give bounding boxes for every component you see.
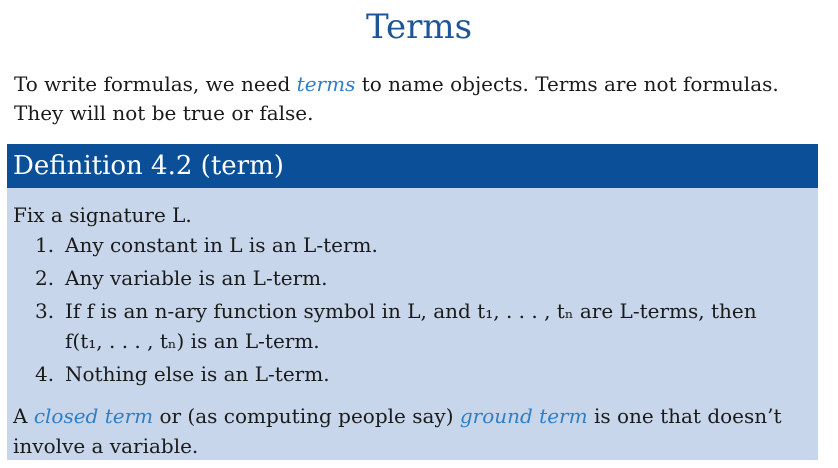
- list-number: 2.: [35, 266, 55, 290]
- page-title: Terms: [365, 7, 473, 47]
- list-item: 3. If f is an n-ary function symbol in L…: [13, 296, 813, 356]
- footer-line-1: A closed term or (as computing people sa…: [13, 401, 813, 431]
- footer-text: is one that doesn’t: [587, 404, 782, 428]
- list-number: 1.: [35, 233, 55, 257]
- list-item: 1. Any constant in L is an L-term.: [13, 230, 813, 260]
- definition-header: Definition 4.2 (term): [7, 144, 818, 188]
- ground-term-emphasis: ground term: [459, 404, 588, 428]
- footer-text: or (as computing people say): [153, 404, 460, 428]
- list-item: 2. Any variable is an L-term.: [13, 263, 813, 293]
- list-item-text: If f is an n-ary function symbol in L, a…: [65, 299, 757, 323]
- definition-footer: A closed term or (as computing people sa…: [13, 401, 813, 461]
- definition-lead: Fix a signature L.: [13, 203, 192, 227]
- definition-box: Definition 4.2 (term) Fix a signature L.…: [7, 144, 818, 460]
- intro-paragraph: To write formulas, we need terms to name…: [14, 70, 826, 128]
- footer-text: A: [13, 404, 34, 428]
- term-emphasis: terms: [296, 72, 356, 96]
- intro-line-1: To write formulas, we need terms to name…: [14, 70, 826, 99]
- footer-line-2: involve a variable.: [13, 434, 199, 458]
- list-item-text: f(t₁, . . . , tₙ) is an L-term.: [65, 329, 320, 353]
- list-item-text: Any constant in L is an L-term.: [65, 233, 378, 257]
- intro-text: to name objects. Terms are not formulas.: [355, 72, 779, 96]
- list-number: 4.: [35, 362, 55, 386]
- list-item: 4. Nothing else is an L-term.: [13, 359, 813, 389]
- intro-line-2: They will not be true or false.: [14, 101, 314, 125]
- definition-list: 1. Any constant in L is an L-term. 2. An…: [13, 230, 813, 389]
- list-number: 3.: [35, 299, 55, 323]
- list-item-text: Any variable is an L-term.: [65, 266, 328, 290]
- closed-term-emphasis: closed term: [33, 404, 154, 428]
- definition-body: Fix a signature L. 1. Any constant in L …: [13, 200, 813, 461]
- list-item-text: Nothing else is an L-term.: [65, 362, 330, 386]
- intro-text: To write formulas, we need: [14, 72, 297, 96]
